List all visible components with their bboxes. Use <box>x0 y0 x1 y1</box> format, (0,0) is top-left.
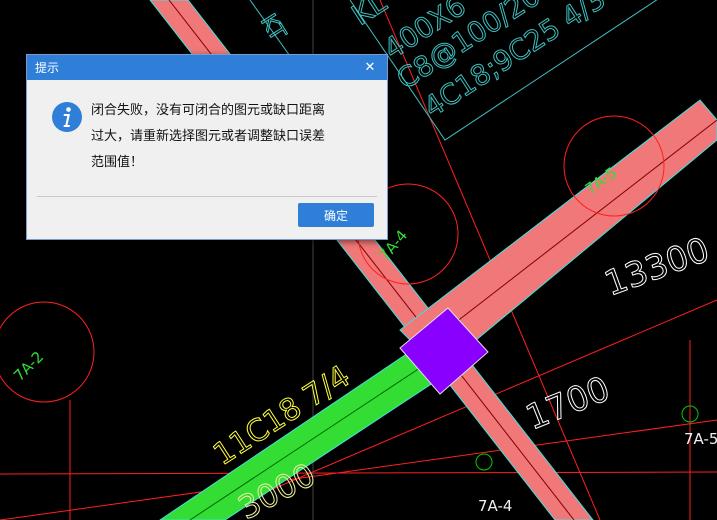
info-icon <box>52 102 82 132</box>
dialog-message: 闭合失败，没有可闭合的图元或缺口距离 过大，请重新选择图元或者调整缺口误差 范围… <box>91 98 361 176</box>
dialog-title: 提示 <box>35 61 60 75</box>
message-line-1: 闭合失败，没有可闭合的图元或缺口距离 <box>91 103 326 118</box>
dialog-body: 闭合失败，没有可闭合的图元或缺口距离 过大，请重新选择图元或者调整缺口误差 范围… <box>27 80 387 196</box>
axis-circle-7a-2 <box>0 301 95 403</box>
message-line-2: 过大，请重新选择图元或者调整缺口误差 <box>91 129 326 144</box>
close-icon[interactable]: ✕ <box>361 59 379 77</box>
ok-button[interactable]: 确定 <box>298 203 374 227</box>
axis-label-7a-2: 7A-2 <box>10 348 47 385</box>
beam-code: KL <box>346 0 393 32</box>
dialog-titlebar[interactable]: 提示 ✕ <box>27 55 387 80</box>
dimension-1700: 1700 <box>520 369 615 439</box>
axis-marker-7a-4-bottom <box>475 453 493 471</box>
beam-side-label: KT <box>255 10 290 46</box>
dimension-13300: 13300 <box>599 230 714 305</box>
axis-label-7a-5-right: 7A-5 <box>684 430 717 448</box>
message-dialog: 提示 ✕ 闭合失败，没有可闭合的图元或缺口距离 过大，请重新选择图元或者调整缺口… <box>26 54 388 240</box>
message-line-3: 范围值！ <box>91 155 144 170</box>
axis-label-7a-4-bottom: 7A-4 <box>478 497 512 515</box>
dialog-divider <box>37 196 377 197</box>
